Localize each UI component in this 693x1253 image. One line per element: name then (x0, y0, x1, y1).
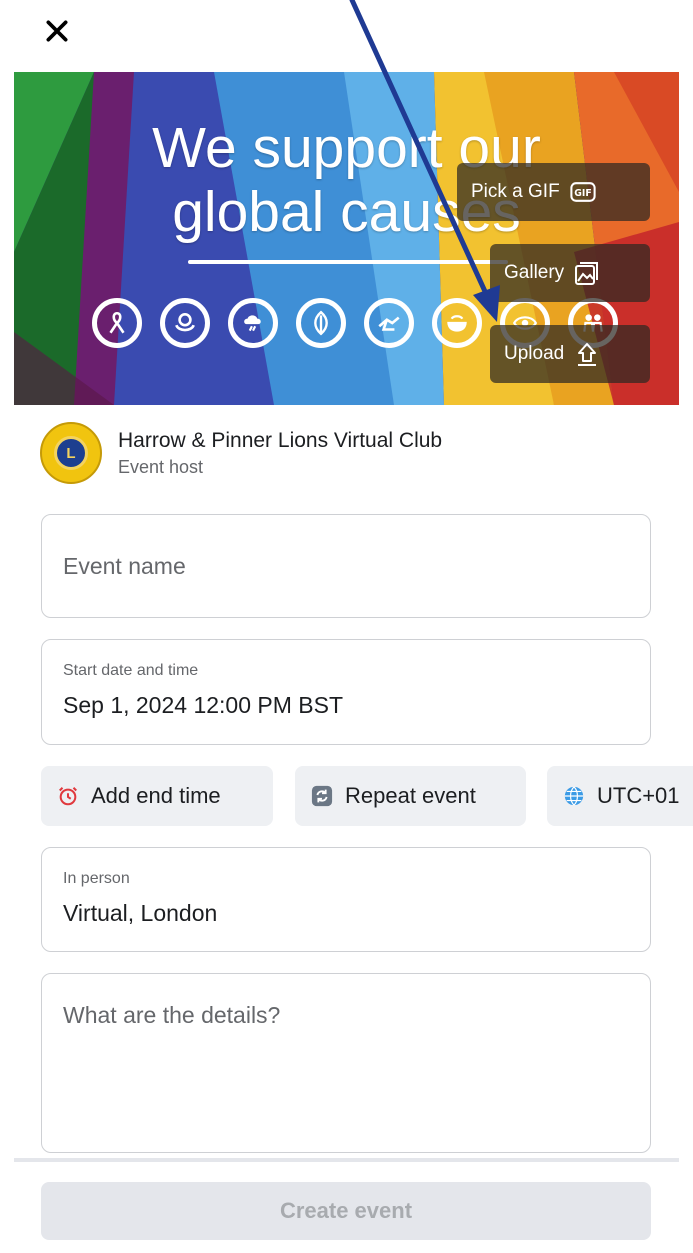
helping-hand-icon (364, 298, 414, 348)
lions-logo-icon: L (54, 436, 88, 470)
host-role: Event host (118, 456, 204, 477)
event-host: L Harrow & Pinner Lions Virtual Club Eve… (40, 422, 442, 484)
svg-text:GIF: GIF (574, 188, 591, 199)
host-avatar[interactable]: L (40, 422, 102, 484)
cover-photo[interactable]: We support our global causes Pick a GIF … (14, 72, 679, 405)
add-end-time-label: Add end time (91, 783, 221, 808)
pick-gif-button[interactable]: Pick a GIF GIF (457, 163, 650, 221)
upload-label: Upload (504, 343, 565, 364)
repeat-event-label: Repeat event (345, 783, 476, 808)
repeat-event-button[interactable]: Repeat event (295, 766, 526, 826)
gallery-label: Gallery (504, 262, 565, 283)
host-name: Harrow & Pinner Lions Virtual Club (118, 428, 443, 452)
start-date-label: Start date and time (63, 662, 199, 679)
close-button[interactable] (40, 14, 74, 48)
event-name-placeholder: Event name (63, 553, 186, 579)
event-name-input[interactable]: Event name (41, 514, 651, 618)
add-end-time-button[interactable]: Add end time (41, 766, 273, 826)
alarm-clock-icon (59, 787, 77, 806)
timezone-button[interactable]: UTC+01 (547, 766, 693, 826)
repeat-icon (311, 785, 333, 807)
location-field[interactable]: In person Virtual, London (41, 847, 651, 952)
footer-divider (14, 1158, 679, 1162)
gif-icon: GIF (570, 182, 596, 202)
gallery-icon (575, 262, 599, 285)
create-event-button[interactable]: Create event (41, 1182, 651, 1240)
ribbon-icon (92, 298, 142, 348)
option-chips: Add end time Repeat event UTC+01 (41, 766, 693, 826)
leaf-icon (296, 298, 346, 348)
details-placeholder: What are the details? (63, 1002, 281, 1028)
location-label: In person (63, 870, 130, 887)
timezone-label: UTC+01 (597, 783, 680, 808)
create-event-label: Create event (279, 1198, 413, 1223)
close-icon (46, 20, 68, 42)
bowl-icon (432, 298, 482, 348)
details-textarea[interactable]: What are the details? (41, 973, 651, 1153)
start-date-value: Sep 1, 2024 12:00 PM BST (63, 692, 344, 718)
globe-icon (564, 786, 584, 806)
gallery-button[interactable]: Gallery (490, 244, 650, 302)
upload-button[interactable]: Upload (490, 325, 650, 383)
upload-icon (578, 343, 597, 366)
storm-icon (228, 298, 278, 348)
location-value: Virtual, London (63, 900, 218, 926)
hands-icon (160, 298, 210, 348)
cover-divider (188, 260, 508, 264)
pick-gif-label: Pick a GIF (471, 181, 560, 202)
start-date-field[interactable]: Start date and time Sep 1, 2024 12:00 PM… (41, 639, 651, 745)
